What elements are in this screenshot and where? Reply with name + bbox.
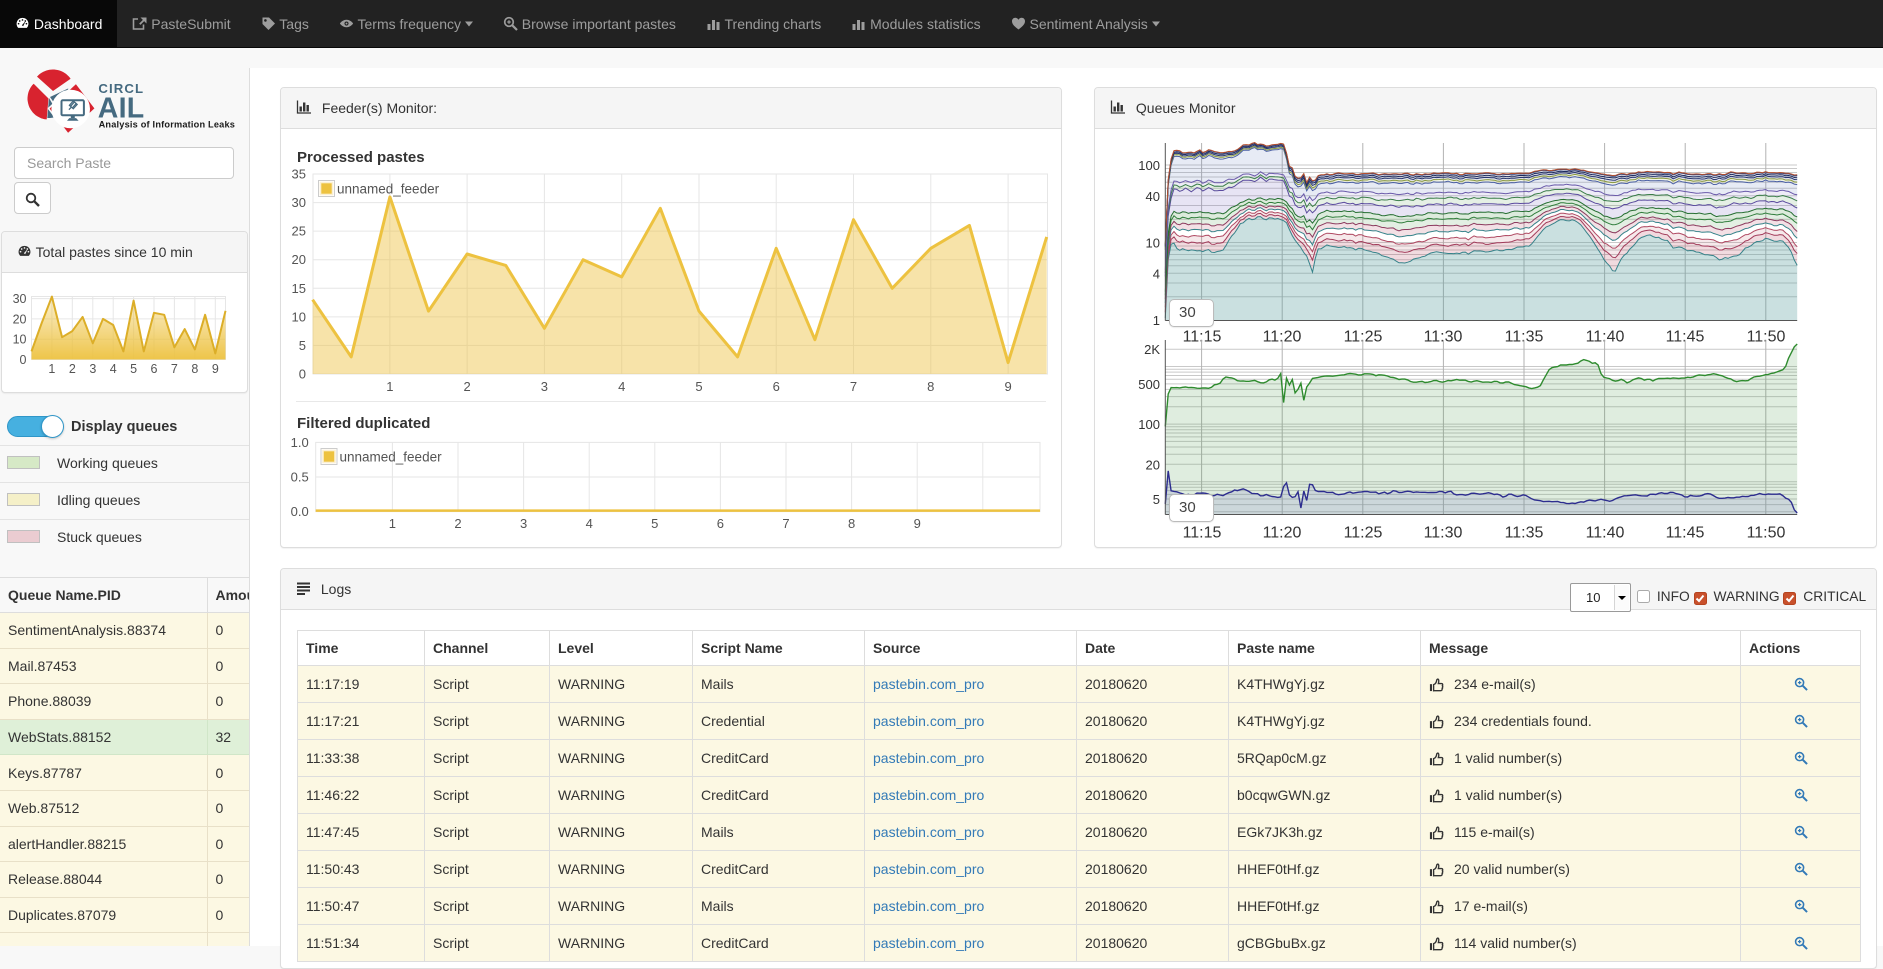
- svg-text:11:30: 11:30: [1424, 525, 1463, 542]
- svg-text:5: 5: [1153, 492, 1160, 507]
- svg-text:11:50: 11:50: [1747, 525, 1786, 542]
- svg-text:1: 1: [389, 516, 396, 531]
- svg-text:10: 10: [13, 333, 27, 347]
- svg-text:4: 4: [1153, 266, 1160, 281]
- svg-text:1: 1: [48, 362, 55, 376]
- svg-text:0: 0: [20, 353, 27, 367]
- svg-text:3: 3: [541, 379, 548, 394]
- svg-text:6: 6: [717, 516, 724, 531]
- svg-text:11:45: 11:45: [1666, 525, 1705, 542]
- svg-text:11:40: 11:40: [1586, 525, 1625, 542]
- svg-text:20: 20: [292, 252, 306, 267]
- svg-text:7: 7: [850, 379, 857, 394]
- svg-text:11:15: 11:15: [1183, 525, 1222, 542]
- svg-text:10: 10: [1146, 236, 1160, 251]
- svg-text:15: 15: [292, 281, 306, 296]
- svg-text:5: 5: [695, 379, 702, 394]
- svg-text:5: 5: [651, 516, 658, 531]
- svg-text:10: 10: [292, 309, 306, 324]
- svg-text:100: 100: [1138, 417, 1160, 432]
- svg-text:30: 30: [13, 292, 27, 306]
- svg-text:30: 30: [292, 195, 306, 210]
- svg-text:2: 2: [463, 379, 470, 394]
- svg-text:25: 25: [292, 224, 306, 239]
- svg-text:8: 8: [927, 379, 934, 394]
- svg-text:7: 7: [171, 362, 178, 376]
- svg-text:4: 4: [618, 379, 625, 394]
- svg-text:unnamed_feeder: unnamed_feeder: [337, 182, 440, 197]
- svg-text:8: 8: [191, 362, 198, 376]
- svg-text:2: 2: [69, 362, 76, 376]
- svg-text:unnamed_feeder: unnamed_feeder: [340, 450, 443, 465]
- svg-text:6: 6: [773, 379, 780, 394]
- svg-text:7: 7: [782, 516, 789, 531]
- svg-text:11:25: 11:25: [1344, 525, 1383, 542]
- svg-text:11:35: 11:35: [1505, 525, 1544, 542]
- svg-text:20: 20: [13, 312, 27, 326]
- svg-text:9: 9: [914, 516, 921, 531]
- svg-text:11:20: 11:20: [1263, 525, 1302, 542]
- svg-text:5: 5: [299, 338, 306, 353]
- svg-text:5: 5: [130, 362, 137, 376]
- svg-text:0: 0: [299, 367, 306, 382]
- svg-text:9: 9: [212, 362, 219, 376]
- svg-text:Analysis of Information Leaks: Analysis of Information Leaks: [99, 119, 236, 129]
- svg-text:6: 6: [151, 362, 158, 376]
- svg-text:8: 8: [848, 516, 855, 531]
- svg-text:3: 3: [89, 362, 96, 376]
- svg-text:100: 100: [1138, 158, 1160, 173]
- svg-text:4: 4: [110, 362, 117, 376]
- svg-text:3: 3: [520, 516, 527, 531]
- svg-text:4: 4: [586, 516, 593, 531]
- svg-text:1.0: 1.0: [291, 435, 309, 450]
- svg-text:40: 40: [1146, 189, 1160, 204]
- svg-text:9: 9: [1004, 379, 1011, 394]
- svg-text:35: 35: [292, 167, 306, 182]
- svg-text:0.0: 0.0: [291, 504, 309, 519]
- svg-text:1: 1: [1153, 313, 1160, 328]
- svg-text:0.5: 0.5: [291, 470, 309, 485]
- svg-text:500: 500: [1138, 377, 1160, 392]
- svg-text:2K: 2K: [1144, 342, 1160, 357]
- svg-text:2: 2: [454, 516, 461, 531]
- svg-text:1: 1: [386, 379, 393, 394]
- svg-text:20: 20: [1146, 457, 1160, 472]
